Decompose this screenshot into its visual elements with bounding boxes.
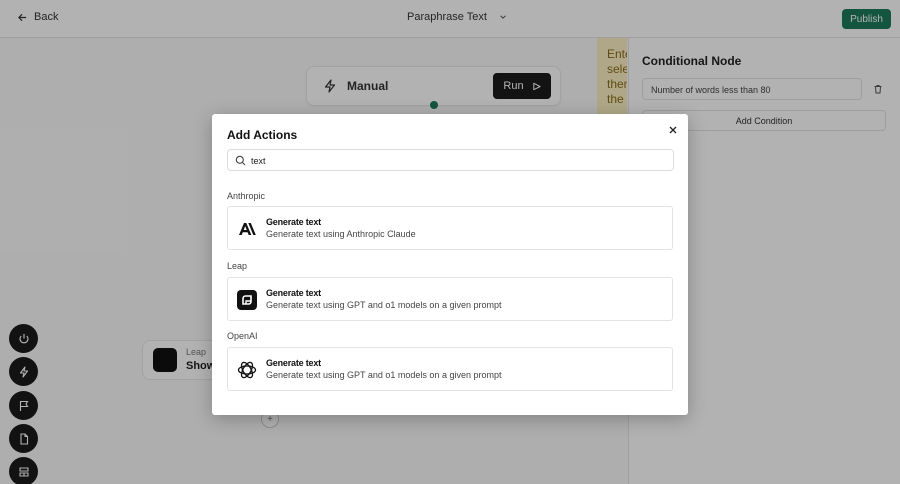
- action-description: Generate text using GPT and o1 models on…: [266, 300, 502, 310]
- action-item-leap-generate-text[interactable]: Generate text Generate text using GPT an…: [227, 277, 673, 321]
- action-item-openai-generate-text[interactable]: Generate text Generate text using GPT an…: [227, 347, 673, 391]
- action-name: Generate text: [266, 217, 321, 227]
- action-description: Generate text using GPT and o1 models on…: [266, 370, 502, 380]
- modal-title: Add Actions: [227, 128, 298, 142]
- anthropic-logo-icon: [237, 219, 257, 239]
- close-icon[interactable]: [668, 125, 678, 135]
- openai-logo-icon: [237, 360, 257, 380]
- search-icon: [235, 155, 246, 166]
- search-field[interactable]: [227, 149, 674, 171]
- action-description: Generate text using Anthropic Claude: [266, 229, 416, 239]
- search-input[interactable]: [251, 153, 661, 169]
- add-actions-modal: Add Actions Anthropic Generate text Gene…: [212, 114, 688, 415]
- group-label-leap: Leap: [227, 261, 248, 271]
- group-label-anthropic: Anthropic: [227, 191, 266, 201]
- leap-logo-icon: [237, 290, 257, 310]
- group-label-openai: OpenAI: [227, 331, 258, 341]
- action-name: Generate text: [266, 288, 321, 298]
- action-item-anthropic-generate-text[interactable]: Generate text Generate text using Anthro…: [227, 206, 673, 250]
- action-name: Generate text: [266, 358, 321, 368]
